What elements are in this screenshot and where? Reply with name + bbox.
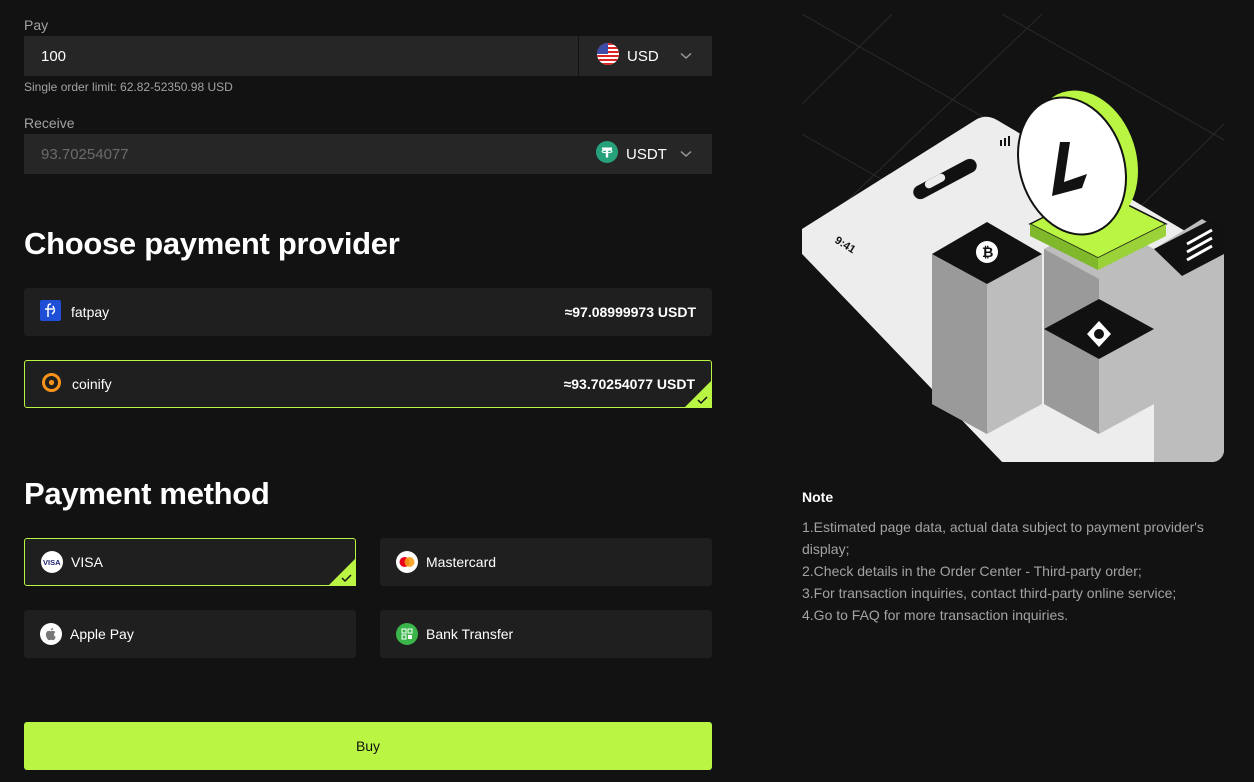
note-list: 1.Estimated page data, actual data subje…	[802, 516, 1224, 626]
bank-icon	[396, 623, 418, 645]
provider-name: coinify	[72, 376, 112, 392]
us-flag-icon	[597, 43, 619, 69]
pay-currency-label: USD	[627, 47, 659, 65]
note-line: 2.Check details in the Order Center - Th…	[802, 563, 1142, 579]
mastercard-icon	[396, 551, 418, 573]
payment-method-bank-transfer[interactable]: Bank Transfer	[380, 610, 712, 658]
receive-field: 93.70254077 USDT	[24, 134, 712, 174]
fatpay-logo-icon	[40, 300, 61, 324]
receive-label: Receive	[24, 115, 75, 131]
payment-method-label: Mastercard	[426, 554, 497, 570]
apple-icon	[40, 623, 62, 645]
selected-check-icon	[684, 380, 712, 408]
note-line: 4.Go to FAQ for more transaction inquiri…	[802, 607, 1069, 623]
provider-heading: Choose payment provider	[24, 226, 400, 261]
payment-method-label: VISA	[71, 554, 103, 570]
pay-field: 100 USD	[24, 36, 712, 76]
selected-check-icon	[328, 558, 356, 586]
note-line: 3.For transaction inquiries, contact thi…	[802, 585, 1177, 601]
pay-label: Pay	[24, 17, 49, 33]
provider-name: fatpay	[71, 304, 110, 320]
note-title: Note	[802, 489, 834, 505]
provider-amount: ≈97.08999973 USDT	[564, 304, 696, 320]
visa-icon: VISA	[41, 551, 63, 573]
note-line: 1.Estimated page data, actual data subje…	[802, 519, 1204, 557]
chevron-down-icon	[680, 52, 692, 60]
payment-method-label: Apple Pay	[70, 626, 134, 642]
provider-option-fatpay[interactable]: fatpay ≈97.08999973 USDT	[24, 288, 712, 336]
payment-method-visa[interactable]: VISA VISA	[24, 538, 356, 586]
provider-amount: ≈93.70254077 USDT	[563, 376, 695, 392]
svg-text:₿: ₿	[982, 244, 993, 260]
payment-method-label: Bank Transfer	[426, 626, 514, 642]
pay-amount-input[interactable]: 100	[24, 48, 578, 65]
crypto-illustration: 9:41 ₿	[802, 14, 1224, 462]
coinify-logo-icon	[41, 372, 62, 396]
receive-currency-label: USDT	[626, 145, 667, 163]
svg-text:VISA: VISA	[43, 558, 61, 567]
pay-currency-select[interactable]: USD	[578, 36, 712, 76]
provider-option-coinify[interactable]: coinify ≈93.70254077 USDT	[24, 360, 712, 408]
receive-currency-select[interactable]: USDT	[578, 134, 712, 174]
payment-method-apple-pay[interactable]: Apple Pay	[24, 610, 356, 658]
buy-button[interactable]: Buy	[24, 722, 712, 770]
receive-amount-output: 93.70254077	[41, 145, 129, 163]
chevron-down-icon	[680, 150, 692, 158]
tether-icon	[596, 141, 618, 167]
payment-method-heading: Payment method	[24, 476, 270, 511]
payment-method-mastercard[interactable]: Mastercard	[380, 538, 712, 586]
single-order-limit: Single order limit: 62.82-52350.98 USD	[24, 80, 233, 94]
